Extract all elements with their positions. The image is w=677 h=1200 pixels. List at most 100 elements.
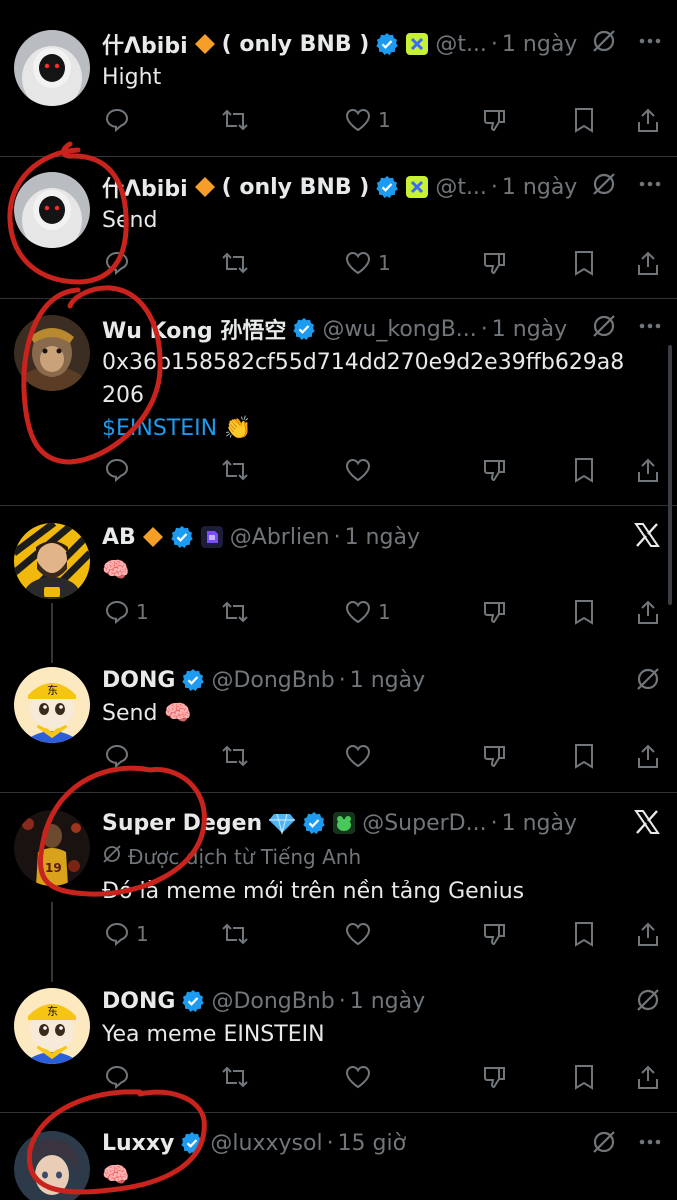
like-button[interactable] <box>344 739 378 773</box>
downvote-button[interactable] <box>482 246 508 280</box>
share-button[interactable] <box>636 103 660 137</box>
tweet-abibi-1[interactable]: 什Λbibi ( only BNB ) @t... · 1 ngày Hight <box>0 0 677 156</box>
display-name[interactable]: Luxxy <box>102 1131 174 1156</box>
x-logo-icon[interactable] <box>633 809 661 835</box>
downvote-button[interactable] <box>482 739 508 773</box>
timestamp[interactable]: 1 ngày <box>492 317 567 342</box>
reply-button[interactable] <box>104 453 136 487</box>
share-button[interactable] <box>636 595 660 629</box>
tweet-wukong[interactable]: Wu Kong 孙悟空 @wu_kongB... · 1 ngày 0x36b1… <box>0 299 677 505</box>
retweet-button[interactable] <box>220 246 256 280</box>
timestamp[interactable]: 1 ngày <box>345 525 420 550</box>
downvote-button[interactable] <box>482 917 508 951</box>
downvote-button[interactable] <box>482 453 508 487</box>
downvote-button[interactable] <box>482 1060 508 1094</box>
scrollbar[interactable] <box>668 345 672 605</box>
avatar-wukong[interactable] <box>14 315 90 391</box>
avatar-abibi[interactable] <box>14 172 90 248</box>
like-button[interactable]: 1 <box>344 595 391 629</box>
bookmark-button[interactable] <box>572 453 596 487</box>
cashtag-link[interactable]: $EINSTEIN <box>102 416 217 441</box>
bookmark-button[interactable] <box>572 739 596 773</box>
share-button[interactable] <box>636 1060 660 1094</box>
tweet-superdegen[interactable]: 19 Super Degen @SuperD... · 1 ngày Được … <box>0 793 677 969</box>
grok-icon[interactable] <box>591 313 617 339</box>
bookmark-button[interactable] <box>572 917 596 951</box>
reply-button[interactable]: 1 <box>104 595 149 629</box>
handle[interactable]: @SuperD... <box>362 811 486 836</box>
display-name[interactable]: DONG <box>102 989 175 1014</box>
grok-icon[interactable] <box>591 28 617 54</box>
display-name[interactable]: AB <box>102 525 136 550</box>
timestamp[interactable]: 1 ngày <box>350 668 425 693</box>
avatar-dong[interactable]: 东 <box>14 667 90 743</box>
share-button[interactable] <box>636 739 660 773</box>
share-button[interactable] <box>636 453 660 487</box>
retweet-button[interactable] <box>220 739 256 773</box>
downvote-button[interactable] <box>482 595 508 629</box>
more-options-icon[interactable] <box>639 1139 661 1145</box>
avatar-dong[interactable]: 东 <box>14 988 90 1064</box>
handle[interactable]: @luxxysol <box>210 1131 322 1156</box>
reply-button[interactable] <box>104 739 136 773</box>
translation-notice[interactable]: Được dịch từ Tiếng Anh <box>102 844 361 869</box>
downvote-button[interactable] <box>482 103 508 137</box>
grok-icon[interactable] <box>635 666 661 692</box>
more-options-icon[interactable] <box>639 323 661 329</box>
reply-feed[interactable]: 什Λbibi ( only BNB ) @t... · 1 ngày Hight <box>0 0 677 1200</box>
tweet-dong-1[interactable]: 东 DONG @DongBnb · 1 ngày Send 🧠 <box>0 650 677 792</box>
display-name[interactable]: DONG <box>102 668 175 693</box>
avatar-luxxy[interactable] <box>14 1131 90 1200</box>
bookmark-button[interactable] <box>572 1060 596 1094</box>
tweet-luxxy[interactable]: Luxxy @luxxysol · 15 giờ 🧠 <box>0 1113 677 1200</box>
display-name-suffix[interactable]: ( only BNB ) <box>222 175 370 200</box>
handle[interactable]: @DongBnb <box>211 989 334 1014</box>
share-button[interactable] <box>636 917 660 951</box>
tweet-dong-2[interactable]: 东 DONG @DongBnb · 1 ngày Yea meme EINSTE… <box>0 972 677 1112</box>
grok-icon[interactable] <box>635 987 661 1013</box>
bookmark-button[interactable] <box>572 246 596 280</box>
handle[interactable]: @t... <box>435 32 487 57</box>
share-button[interactable] <box>636 246 660 280</box>
retweet-button[interactable] <box>220 595 256 629</box>
like-button[interactable] <box>344 917 378 951</box>
display-name[interactable]: Wu Kong 孙悟空 <box>102 313 286 345</box>
retweet-button[interactable] <box>220 103 256 137</box>
reply-button[interactable] <box>104 246 136 280</box>
timestamp[interactable]: 1 ngày <box>502 32 577 57</box>
timestamp[interactable]: 1 ngày <box>350 989 425 1014</box>
retweet-button[interactable] <box>220 1060 256 1094</box>
timestamp[interactable]: 1 ngày <box>502 175 577 200</box>
display-name[interactable]: Super Degen <box>102 811 262 836</box>
tweet-ab[interactable]: AB @Abrlien · 1 ngày 🧠 1 1 <box>0 506 677 644</box>
retweet-button[interactable] <box>220 453 256 487</box>
more-options-icon[interactable] <box>639 38 661 44</box>
reply-button[interactable] <box>104 1060 136 1094</box>
reply-button[interactable]: 1 <box>104 917 149 951</box>
reply-button[interactable] <box>104 103 136 137</box>
timestamp[interactable]: 1 ngày <box>502 811 577 836</box>
handle[interactable]: @wu_kongB... <box>322 317 476 342</box>
retweet-button[interactable] <box>220 917 256 951</box>
more-options-icon[interactable] <box>639 181 661 187</box>
grok-icon[interactable] <box>591 171 617 197</box>
handle[interactable]: @t... <box>435 175 487 200</box>
bookmark-button[interactable] <box>572 595 596 629</box>
like-button[interactable]: 1 <box>344 246 391 280</box>
avatar-ab[interactable] <box>14 523 90 599</box>
tweet-abibi-2[interactable]: 什Λbibi ( only BNB ) @t... · 1 ngày Send <box>0 157 677 298</box>
x-logo-icon[interactable] <box>633 522 661 548</box>
handle[interactable]: @Abrlien <box>230 525 330 550</box>
avatar-superdegen[interactable]: 19 <box>14 810 90 886</box>
timestamp[interactable]: 15 giờ <box>338 1131 407 1156</box>
like-button[interactable]: 1 <box>344 103 391 137</box>
avatar-abibi[interactable] <box>14 30 90 106</box>
like-button[interactable] <box>344 453 378 487</box>
display-name[interactable]: 什Λbibi <box>102 28 188 60</box>
grok-icon[interactable] <box>591 1129 617 1155</box>
display-name-suffix[interactable]: ( only BNB ) <box>222 32 370 57</box>
display-name[interactable]: 什Λbibi <box>102 171 188 203</box>
bookmark-button[interactable] <box>572 103 596 137</box>
like-button[interactable] <box>344 1060 378 1094</box>
handle[interactable]: @DongBnb <box>211 668 334 693</box>
